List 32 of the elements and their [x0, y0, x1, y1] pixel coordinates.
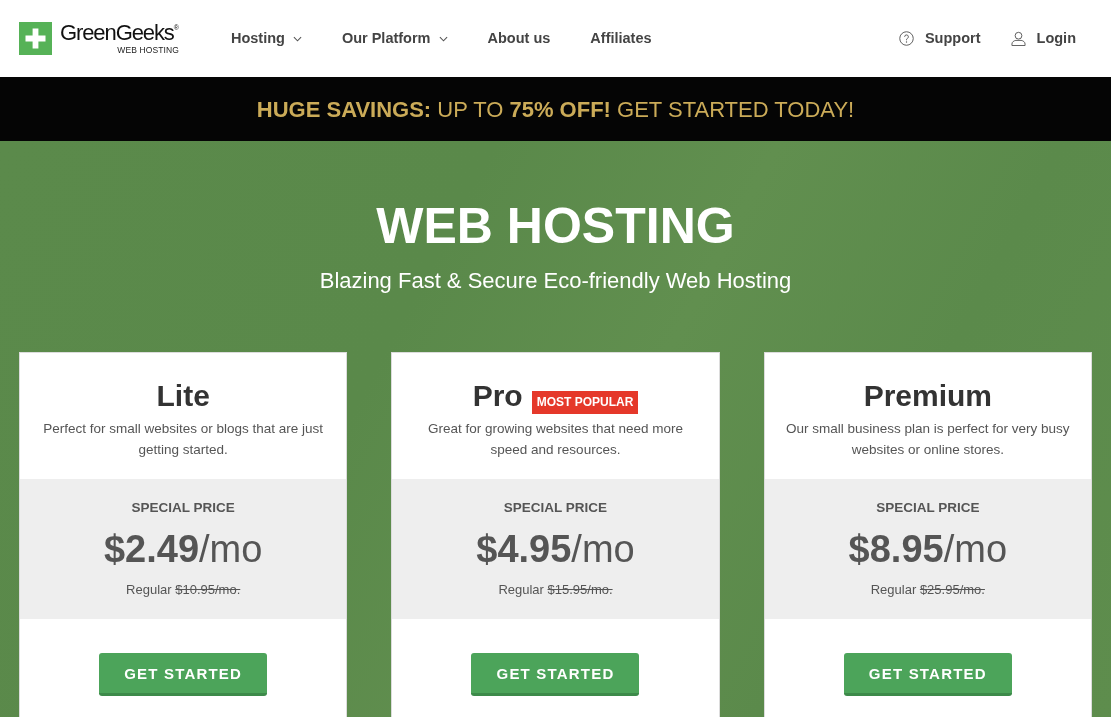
help-circle-icon: [898, 31, 914, 46]
price-text: $4.95/mo: [475, 527, 636, 572]
nav-link[interactable]: About us: [487, 27, 551, 50]
logo-plus-icon: [19, 22, 52, 55]
plan-name: Lite: [156, 378, 210, 414]
regular-price: $15.95/mo.: [547, 582, 613, 597]
popular-badge: MOST POPULAR: [531, 391, 639, 414]
price-label: SPECIAL PRICE: [502, 499, 609, 517]
price-label: SPECIAL PRICE: [130, 499, 236, 517]
hero-title: WEB HOSTING: [376, 197, 735, 256]
plan-description: Great for growing websites that need more speed and resources.: [426, 420, 685, 459]
price-label: SPECIAL PRICE: [875, 499, 981, 517]
nav-link[interactable]: Affiliates: [590, 27, 652, 50]
nav-link[interactable]: Hosting: [230, 27, 302, 50]
regular-price: $25.95/mo.: [919, 582, 985, 597]
plan-name: Pro: [472, 378, 523, 414]
price-text: $8.95/mo: [847, 527, 1009, 572]
user-icon: [1010, 31, 1026, 46]
plan-description: Perfect for small websites or blogs that are just getting started.: [42, 420, 325, 459]
hero-subtitle: Blazing Fast & Secure Eco-friendly Web Hosting: [319, 268, 792, 294]
logo-wordmark[interactable]: GreenGeeks$^{®}$: [60, 22, 179, 45]
plan-description: Our small business plan is perfect for very busy websites or online stores.: [785, 420, 1071, 459]
plan-name: Premium: [863, 378, 992, 414]
regular-label: Regular: [126, 582, 172, 597]
logo-tagline: WEB HOSTING: [117, 46, 179, 55]
regular-price: $10.95/mo.: [175, 582, 241, 597]
regular-label: Regular: [870, 582, 917, 597]
support-link[interactable]: Support: [898, 27, 981, 50]
price-text: $2.49/mo: [102, 527, 264, 572]
regular-label: Regular: [498, 582, 544, 597]
nav-link[interactable]: Our Platform: [341, 27, 448, 50]
login-link[interactable]: Login: [1010, 27, 1076, 50]
